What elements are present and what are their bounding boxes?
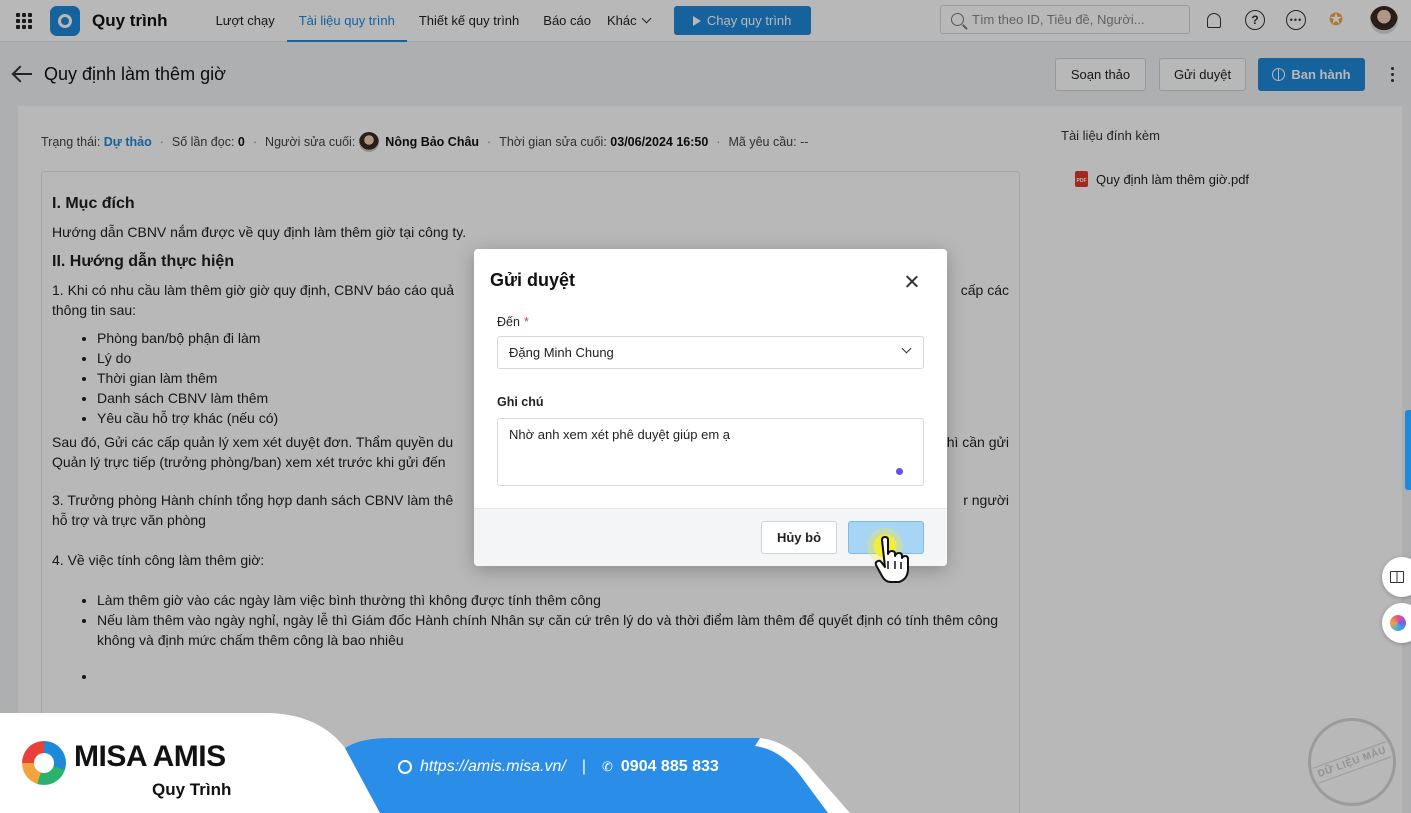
dialog-title: Gửi duyệt [490,270,576,290]
book-icon [1390,571,1404,583]
phone-icon: ✆ [601,759,613,774]
chevron-down-icon [901,343,912,354]
to-label-text: Đến [497,315,520,329]
brand-logo: MISA AMIS [22,741,226,785]
recipient-select-value: Đặng Minh Chung [509,345,614,360]
cancel-button[interactable]: Hủy bỏ [761,521,837,554]
note-field-label: Ghi chú [497,395,544,409]
note-textarea-value: Nhờ anh xem xét phê duyệt giúp em ạ [509,427,730,442]
typing-indicator-icon [896,468,903,475]
side-panel-tab[interactable] [1405,410,1411,490]
brand-subtitle: Quy Trình [152,780,232,799]
to-field-label: Đến * [497,315,529,329]
web-globe-icon [398,760,412,774]
required-mark: * [523,315,529,329]
brand-contact: https://amis.misa.vn/ | ✆ 0904 885 833 [398,758,719,776]
send-approval-dialog: Gửi duyệt Đến * Đặng Minh Chung Ghi chú N… [474,249,947,566]
brand-name: MISA AMIS [74,740,226,773]
stamp-text: DỮ LIỆU MẪU [1312,740,1392,784]
brand-phone: 0904 885 833 [620,758,719,775]
misa-logo-icon [22,741,66,785]
ai-brain-icon [1390,615,1406,631]
contact-separator: | [581,758,586,775]
recipient-select[interactable]: Đặng Minh Chung [497,336,924,369]
note-textarea[interactable]: Nhờ anh xem xét phê duyệt giúp em ạ [497,418,924,486]
brand-url: https://amis.misa.vn/ [420,758,566,775]
close-icon[interactable] [902,272,922,292]
hand-cursor-icon [874,536,909,583]
